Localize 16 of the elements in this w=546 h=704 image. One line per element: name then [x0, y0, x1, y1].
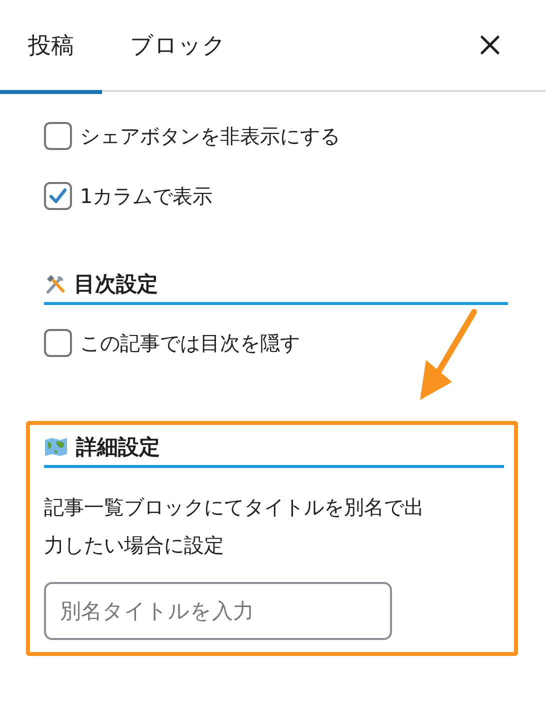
checkbox[interactable] — [44, 329, 72, 357]
tab[interactable]: 投稿 — [0, 0, 102, 94]
close-icon[interactable] — [479, 34, 501, 56]
checkbox[interactable] — [44, 182, 72, 210]
checkbox-label: 1カラムで表示 — [80, 182, 213, 210]
section-heading: 詳細設定 — [76, 434, 160, 461]
map-icon — [44, 437, 68, 457]
checkbox[interactable] — [44, 122, 72, 150]
check-icon — [48, 186, 68, 206]
input-field[interactable]: 別名タイトルを入力 — [44, 582, 392, 640]
description-text: 記事一覧ブロックにてタイトルを別名で出力したい場合に設定 — [44, 494, 424, 559]
checkbox-label: この記事では目次を隠す — [80, 330, 300, 356]
tab[interactable]: ブロック — [102, 0, 254, 94]
checkbox-label: シェアボタンを非表示にする — [80, 122, 340, 150]
section-heading: 目次設定 — [74, 271, 158, 298]
tools-icon — [44, 273, 66, 295]
